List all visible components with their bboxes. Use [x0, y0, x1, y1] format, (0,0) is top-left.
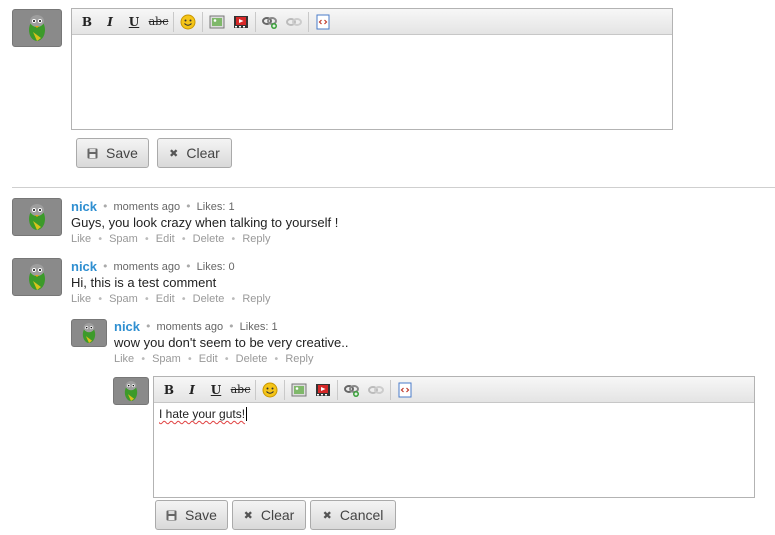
source-code-icon[interactable] — [311, 12, 335, 32]
like-link[interactable]: Like — [71, 233, 91, 245]
unlink-icon[interactable] — [282, 12, 306, 32]
comment-time: moments ago — [113, 260, 181, 273]
editor-typed-text: I hate your guts! — [159, 407, 246, 421]
link-icon[interactable] — [340, 380, 364, 400]
italic-button[interactable]: I — [98, 12, 122, 32]
save-button[interactable]: Save — [76, 138, 149, 168]
comment-text: Guys, you look crazy when talking to you… — [71, 215, 339, 230]
smiley-icon[interactable] — [258, 380, 282, 400]
reply-link[interactable]: Reply — [242, 293, 270, 305]
edit-link[interactable]: Edit — [199, 353, 218, 365]
comment: nick • moments ago • Likes: 1 Guys, you … — [71, 199, 339, 245]
underline-button[interactable]: U — [122, 12, 146, 32]
toolbar-separator — [337, 379, 338, 400]
spam-link[interactable]: Spam — [109, 293, 138, 305]
close-icon: ✖ — [169, 147, 179, 160]
divider — [12, 187, 775, 188]
toolbar-separator — [284, 379, 285, 400]
owl-avatar-icon — [29, 15, 45, 41]
owl-avatar-icon — [82, 323, 96, 343]
toolbar-separator — [390, 379, 391, 400]
editor-toolbar: B I U abc — [72, 9, 672, 35]
owl-avatar-icon — [29, 204, 45, 230]
close-icon: ✖ — [243, 509, 253, 522]
toolbar-separator — [173, 11, 174, 32]
comment-author[interactable]: nick — [114, 319, 140, 334]
avatar — [12, 9, 62, 47]
comment-time: moments ago — [113, 200, 181, 213]
toolbar-separator — [255, 379, 256, 400]
link-icon[interactable] — [258, 12, 282, 32]
owl-avatar-icon — [29, 264, 45, 290]
comment-likes: Likes: 1 — [196, 200, 235, 213]
image-icon[interactable] — [205, 12, 229, 32]
clear-button[interactable]: ✖ Clear — [232, 500, 306, 530]
comment: nick • moments ago • Likes: 0 Hi, this i… — [71, 259, 271, 305]
comment-text: wow you don't seem to be very creative.. — [114, 335, 349, 350]
toolbar-separator — [255, 11, 256, 32]
toolbar-separator — [308, 11, 309, 32]
avatar — [12, 198, 62, 236]
clear-label: Clear — [186, 145, 220, 161]
unlink-icon[interactable] — [364, 380, 388, 400]
like-link[interactable]: Like — [114, 353, 134, 365]
strikethrough-button[interactable]: abc — [228, 380, 253, 400]
floppy-disk-icon — [87, 148, 98, 159]
source-code-icon[interactable] — [393, 380, 417, 400]
spam-link[interactable]: Spam — [109, 233, 138, 245]
like-link[interactable]: Like — [71, 293, 91, 305]
save-button[interactable]: Save — [155, 500, 228, 530]
clear-button[interactable]: ✖ Clear — [157, 138, 232, 168]
toolbar-separator — [202, 11, 203, 32]
comment-author[interactable]: nick — [71, 199, 97, 214]
reply-link[interactable]: Reply — [242, 233, 270, 245]
editor-content[interactable] — [72, 35, 672, 43]
smiley-icon[interactable] — [176, 12, 200, 32]
video-icon[interactable] — [311, 380, 335, 400]
save-label: Save — [106, 145, 138, 161]
spam-link[interactable]: Spam — [152, 353, 181, 365]
edit-link[interactable]: Edit — [156, 293, 175, 305]
edit-link[interactable]: Edit — [156, 233, 175, 245]
italic-button[interactable]: I — [180, 380, 204, 400]
strikethrough-button[interactable]: abc — [146, 12, 171, 32]
delete-link[interactable]: Delete — [236, 353, 268, 365]
comment-author[interactable]: nick — [71, 259, 97, 274]
comment-likes: Likes: 1 — [239, 320, 278, 333]
image-icon[interactable] — [287, 380, 311, 400]
text-cursor: ​ — [246, 407, 248, 421]
bold-button[interactable]: B — [76, 12, 98, 32]
comment-time: moments ago — [156, 320, 224, 333]
editor-toolbar: B I U abc — [154, 377, 754, 403]
bold-button[interactable]: B — [158, 380, 180, 400]
reply-editor[interactable]: B I U abc I hate your guts!​ — [153, 376, 755, 498]
comment-likes: Likes: 0 — [196, 260, 235, 273]
avatar — [113, 377, 149, 405]
cancel-button[interactable]: ✖ Cancel — [310, 500, 396, 530]
delete-link[interactable]: Delete — [193, 233, 225, 245]
underline-button[interactable]: U — [204, 380, 228, 400]
floppy-disk-icon — [166, 510, 177, 521]
avatar — [71, 319, 107, 347]
owl-avatar-icon — [124, 381, 138, 401]
comment-text: Hi, this is a test comment — [71, 275, 217, 290]
editor-content[interactable]: I hate your guts!​ — [154, 403, 754, 425]
save-label: Save — [185, 507, 217, 523]
cancel-label: Cancel — [339, 507, 384, 523]
clear-label: Clear — [260, 507, 295, 523]
comment: nick • moments ago • Likes: 1 wow you do… — [114, 319, 349, 365]
reply-link[interactable]: Reply — [285, 353, 313, 365]
video-icon[interactable] — [229, 12, 253, 32]
close-icon: ✖ — [322, 509, 332, 522]
comment-editor[interactable]: B I U abc — [71, 8, 673, 130]
avatar — [12, 258, 62, 296]
delete-link[interactable]: Delete — [193, 293, 225, 305]
